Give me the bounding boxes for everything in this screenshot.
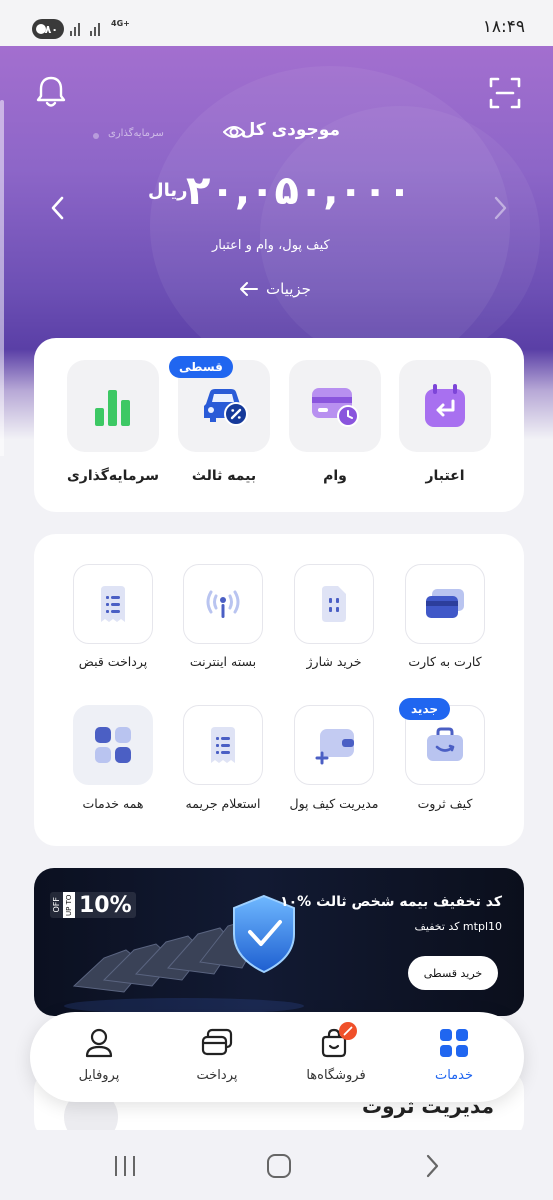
loan-label: وام xyxy=(323,468,347,484)
nav-services-label: خدمات xyxy=(434,1068,474,1083)
payment-cards-icon xyxy=(201,1028,233,1056)
buy-charge-label: خرید شارژ xyxy=(306,654,362,669)
nav-shops[interactable]: فروشگاه‌ها xyxy=(286,1022,386,1083)
system-navigation-bar xyxy=(0,1130,553,1200)
card-to-card-button[interactable] xyxy=(405,564,485,644)
chevron-right-icon[interactable] xyxy=(490,195,510,221)
nav-profile[interactable]: پروفایل xyxy=(49,1028,149,1083)
new-badge: جدید xyxy=(399,698,451,720)
wealth-wallet-label: کیف ثروت xyxy=(417,796,473,811)
all-services-button[interactable] xyxy=(73,705,153,785)
discount-badge-icon xyxy=(339,1022,357,1040)
signal-icon-2 xyxy=(90,22,100,36)
car-insurance-icon xyxy=(204,389,248,426)
services-card: کارت به کارت خرید شارژ بسته اینترنت پردا… xyxy=(34,534,524,846)
banner-code: کد تخفیف mtpl10 xyxy=(414,920,502,933)
nav-services[interactable]: خدمات xyxy=(404,1028,504,1083)
tab-investment[interactable]: سرمایه‌گذاری xyxy=(108,128,164,139)
signal-icon xyxy=(70,22,80,36)
scroll-indicator xyxy=(0,100,4,456)
loan-button[interactable] xyxy=(289,360,381,452)
sim-card-icon xyxy=(322,586,346,622)
nav-shops-label: فروشگاه‌ها xyxy=(306,1068,366,1083)
investment-label: سرمایه‌گذاری xyxy=(66,468,160,484)
pay-bill-button[interactable] xyxy=(73,564,153,644)
buy-charge-button[interactable] xyxy=(294,564,374,644)
internet-package-button[interactable] xyxy=(183,564,263,644)
buy-installment-button[interactable]: خرید قسطی xyxy=(408,956,498,990)
details-label: جزییات xyxy=(266,280,311,298)
cards-icon xyxy=(426,589,464,618)
nav-profile-label: پروفایل xyxy=(78,1068,120,1083)
status-time: ۱۸:۴۹ xyxy=(482,17,525,37)
hero-glow-2 xyxy=(260,106,540,366)
internet-package-label: بسته اینترنت xyxy=(189,654,257,669)
pay-bill-label: پرداخت قبض xyxy=(78,654,148,669)
status-bar: ۸۰ 4G+ ۱۸:۴۹ xyxy=(0,0,553,46)
wealth-bag-icon xyxy=(427,727,463,761)
card-to-card-label: کارت به کارت xyxy=(408,654,482,669)
investment-button[interactable] xyxy=(67,360,159,452)
wallet-management-label: مدیریت کیف پول xyxy=(289,796,379,811)
fine-inquiry-label: استعلام جریمه xyxy=(185,796,261,811)
bill-icon xyxy=(101,586,125,622)
recent-apps-icon[interactable] xyxy=(112,1154,138,1178)
fine-receipt-icon xyxy=(211,727,235,763)
discount-tag: OFF UP TO 10% xyxy=(50,892,136,918)
back-icon[interactable] xyxy=(422,1154,442,1178)
banner-title: ۱۰% کد تخفیف بیمه شخص ثالث xyxy=(280,894,502,910)
credit-calendar-icon xyxy=(425,384,465,427)
bottom-navigation: خدمات فروشگاه‌ها پرداخت پروفایل xyxy=(30,1012,524,1102)
promo-banner[interactable]: OFF UP TO 10% ۱۰% کد تخفیف بیمه شخص ثالث… xyxy=(34,868,524,1016)
network-type: 4G+ xyxy=(111,19,130,28)
total-balance-label: موجودی کل xyxy=(240,120,340,140)
nav-payment-label: پرداخت xyxy=(196,1068,238,1083)
chevron-left-icon[interactable] xyxy=(48,195,68,221)
antenna-icon xyxy=(206,590,240,618)
arrow-left-icon xyxy=(240,282,258,296)
battery-indicator: ۸۰ xyxy=(32,19,64,39)
loan-card-icon xyxy=(312,388,359,427)
balance-subtitle: کیف پول، وام و اعتبار xyxy=(212,238,330,253)
credit-button[interactable] xyxy=(399,360,491,452)
profile-icon xyxy=(85,1028,113,1058)
balance-amount: ۲۰,۰۵۰,۰۰۰ xyxy=(186,168,412,214)
main-services-card: اعتبار وام قسطی بیمه ثالث سرمایه‌گذاری xyxy=(34,338,524,512)
wallet-management-button[interactable] xyxy=(294,705,374,785)
nav-payment[interactable]: پرداخت xyxy=(167,1028,267,1083)
wallet-add-icon xyxy=(315,729,354,765)
insurance-label: بیمه ثالث xyxy=(191,468,257,484)
grid-icon xyxy=(95,727,131,763)
scan-qr-icon[interactable] xyxy=(487,75,523,111)
fine-inquiry-button[interactable] xyxy=(183,705,263,785)
investment-bars-icon xyxy=(95,390,130,426)
installment-badge: قسطی xyxy=(169,356,233,378)
grid-icon xyxy=(440,1029,468,1057)
notification-bell-icon[interactable] xyxy=(34,74,68,110)
credit-label: اعتبار xyxy=(425,468,465,484)
home-icon[interactable] xyxy=(266,1154,292,1178)
all-services-label: همه خدمات xyxy=(82,796,144,811)
currency-label: ریال xyxy=(148,180,188,201)
details-link[interactable]: جزییات xyxy=(240,280,311,298)
tab-dot xyxy=(93,133,99,139)
